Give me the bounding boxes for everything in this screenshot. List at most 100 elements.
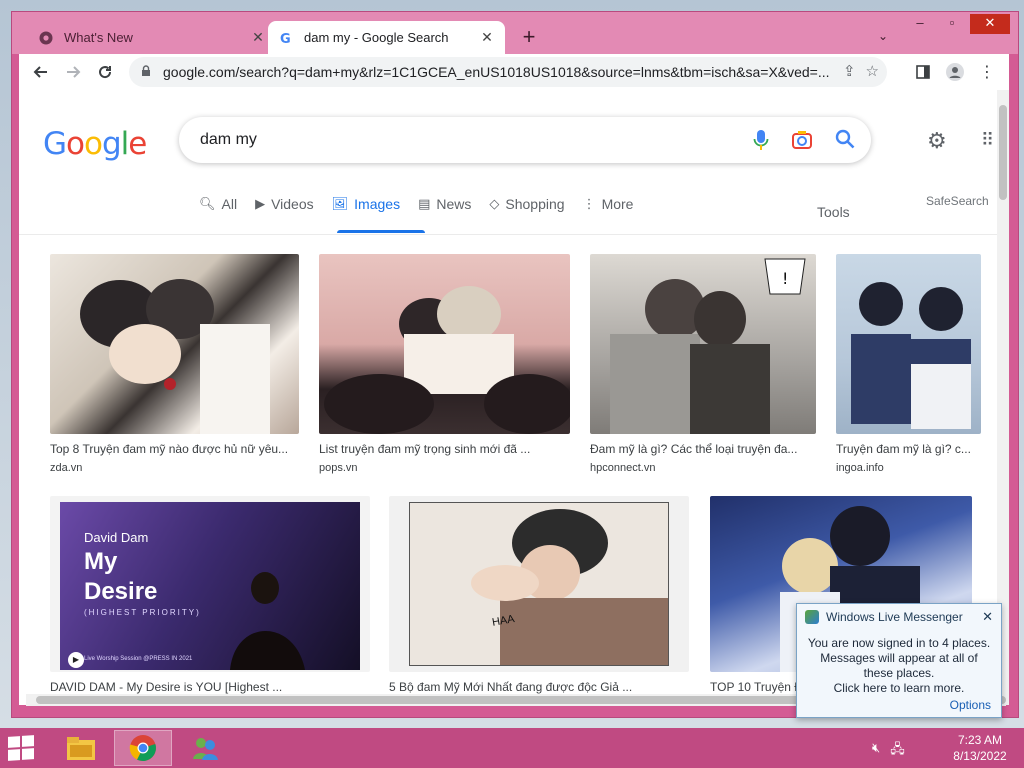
tab-more[interactable]: ⋮ More bbox=[583, 190, 634, 218]
result-caption[interactable]: Top 8 Truyện đam mỹ nào được hủ nữ yêu..… bbox=[50, 442, 299, 456]
image-result-2[interactable]: List truyện đam mỹ trọng sinh mới đã ...… bbox=[319, 254, 570, 474]
browser-toolbar: google.com/search?q=dam+my&rlz=1C1GCEA_e… bbox=[19, 54, 1009, 90]
close-window-button[interactable]: ✕ bbox=[970, 14, 1010, 34]
result-caption[interactable]: Đam mỹ là gì? Các thể loại truyện đa... bbox=[590, 442, 816, 456]
close-notification-icon[interactable]: ✕ bbox=[982, 609, 993, 625]
new-tab-button[interactable]: + bbox=[517, 26, 541, 48]
result-thumbnail[interactable] bbox=[836, 254, 981, 434]
tab-shopping[interactable]: ◇ Shopping bbox=[489, 190, 564, 218]
tools-button[interactable]: Tools bbox=[817, 204, 850, 220]
result-thumbnail[interactable]: HAA bbox=[389, 496, 689, 672]
shopping-tag-icon: ◇ bbox=[489, 196, 500, 211]
clock-date: 8/13/2022 bbox=[953, 749, 1007, 763]
lens-camera-icon[interactable] bbox=[791, 129, 813, 151]
forward-arrow-icon bbox=[67, 66, 81, 78]
tab-images[interactable]: 🖼︎ Images bbox=[332, 190, 400, 218]
play-icon[interactable]: ▶ bbox=[68, 652, 84, 668]
close-tab-icon[interactable]: ✕ bbox=[479, 29, 495, 46]
result-thumbnail[interactable] bbox=[319, 254, 570, 434]
scroll-thumb[interactable] bbox=[999, 105, 1007, 200]
google-apps-grid-icon[interactable]: ⠿ bbox=[981, 130, 994, 151]
result-caption[interactable]: 5 Bộ đam Mỹ Mới Nhất đang được độc Giả .… bbox=[389, 680, 689, 694]
learn-more-link[interactable]: Click here to learn more. bbox=[805, 681, 993, 696]
svg-text:!: ! bbox=[782, 269, 788, 288]
start-windows-icon[interactable] bbox=[8, 735, 34, 761]
tab-images-label: Images bbox=[354, 196, 401, 212]
minimize-button[interactable]: ‒ bbox=[905, 14, 935, 34]
taskbar-messenger[interactable] bbox=[176, 730, 234, 766]
manhwa-panel-illustration: ! bbox=[610, 258, 806, 434]
search-type-tabs: 🔍︎ All ▶ Videos 🖼︎ Images ▤ News ◇ Shopp… bbox=[199, 190, 651, 233]
bookmark-star-icon[interactable]: ☆ bbox=[866, 62, 879, 80]
taskbar-chrome[interactable] bbox=[114, 730, 172, 766]
image-result-6[interactable]: HAA 5 Bộ đam Mỹ Mới Nhất đang được độc G… bbox=[389, 496, 689, 694]
search-icon[interactable] bbox=[835, 129, 855, 149]
back-arrow-icon bbox=[33, 66, 47, 78]
url-text: google.com/search?q=dam+my&rlz=1C1GCEA_e… bbox=[163, 64, 830, 80]
taskbar: 🔇︎ 🖧︎ 7:23 AM 8/13/2022 bbox=[0, 728, 1024, 768]
tab-search-chevron-icon[interactable]: ⌄ bbox=[878, 29, 888, 43]
tab-shopping-label: Shopping bbox=[505, 196, 565, 212]
search-icon: 🔍︎ bbox=[199, 196, 216, 211]
result-caption[interactable]: Truyện đam mỹ là gì? c... bbox=[836, 442, 981, 456]
video-subtitle: (HIGHEST PRIORITY) bbox=[84, 608, 201, 617]
result-source[interactable]: zda.vn bbox=[50, 462, 299, 474]
image-result-5[interactable]: David Dam My Desire (HIGHEST PRIORITY) L… bbox=[50, 496, 370, 694]
side-panel-button[interactable] bbox=[907, 56, 939, 88]
notification-message: You are now signed in to 4 places. Messa… bbox=[807, 636, 991, 680]
chrome-icon bbox=[129, 735, 156, 762]
more-dots-icon: ⋮ bbox=[582, 196, 596, 211]
messenger-notification[interactable]: Windows Live Messenger ✕ You are now sig… bbox=[796, 603, 1002, 718]
profile-avatar-icon bbox=[946, 63, 964, 81]
network-icon[interactable]: 🖧︎ bbox=[890, 740, 905, 762]
search-input[interactable]: dam my bbox=[179, 117, 871, 163]
profile-button[interactable] bbox=[939, 56, 971, 88]
tab-title: dam my - Google Search bbox=[304, 30, 449, 45]
video-thumbnail[interactable]: David Dam My Desire (HIGHEST PRIORITY) L… bbox=[60, 502, 360, 670]
tab-google-search[interactable]: G dam my - Google Search ✕ bbox=[268, 21, 505, 54]
reload-button[interactable] bbox=[89, 56, 121, 88]
svg-text:G: G bbox=[280, 32, 291, 45]
google-logo[interactable]: Google bbox=[43, 126, 147, 162]
result-source[interactable]: hpconnect.vn bbox=[590, 462, 816, 474]
video-footer: Live Worship Session @PRESS IN 2021 bbox=[84, 656, 193, 662]
system-tray: 🔇︎ 🖧︎ bbox=[872, 740, 905, 762]
result-thumbnail[interactable]: ! bbox=[590, 254, 816, 434]
result-caption[interactable]: DAVID DAM - My Desire is YOU [Highest ..… bbox=[50, 680, 370, 694]
kebab-menu-icon: ⋮ bbox=[979, 64, 995, 81]
image-result-1[interactable]: Top 8 Truyện đam mỹ nào được hủ nữ yêu..… bbox=[50, 254, 299, 474]
volume-muted-icon[interactable]: 🔇︎ bbox=[872, 740, 880, 762]
search-query-text: dam my bbox=[200, 131, 257, 148]
singer-silhouette-illustration bbox=[230, 572, 305, 670]
folder-icon bbox=[67, 737, 95, 760]
active-tab-underline bbox=[337, 230, 425, 233]
taskbar-file-explorer[interactable] bbox=[52, 730, 110, 766]
tab-all[interactable]: 🔍︎ All bbox=[199, 190, 237, 218]
result-source[interactable]: pops.vn bbox=[319, 462, 570, 474]
reload-icon bbox=[99, 66, 112, 79]
image-result-4[interactable]: Truyện đam mỹ là gì? c... ingoa.info bbox=[836, 254, 981, 474]
chrome-menu-button[interactable]: ⋮ bbox=[971, 56, 1003, 88]
tab-videos[interactable]: ▶ Videos bbox=[255, 190, 314, 218]
back-button[interactable] bbox=[25, 56, 57, 88]
tab-whats-new[interactable]: What's New ✕ bbox=[28, 21, 276, 54]
result-thumbnail[interactable] bbox=[50, 254, 299, 434]
close-tab-icon[interactable]: ✕ bbox=[250, 29, 266, 46]
image-result-3[interactable]: ! Đam mỹ là gì? Các thể loại truyện đa..… bbox=[590, 254, 816, 474]
news-icon: ▤ bbox=[418, 196, 431, 211]
clock[interactable]: 7:23 AM 8/13/2022 bbox=[940, 732, 1020, 764]
safesearch-button[interactable]: SafeSearch bbox=[926, 194, 989, 208]
share-icon[interactable]: ⇪ bbox=[843, 62, 856, 80]
result-source[interactable]: ingoa.info bbox=[836, 462, 981, 474]
forward-button[interactable] bbox=[57, 56, 89, 88]
options-link[interactable]: Options bbox=[950, 698, 991, 712]
voice-search-mic-icon[interactable] bbox=[753, 129, 769, 151]
result-thumbnail[interactable]: David Dam My Desire (HIGHEST PRIORITY) L… bbox=[50, 496, 370, 672]
maximize-button[interactable]: ▫ bbox=[937, 14, 967, 34]
result-caption[interactable]: List truyện đam mỹ trọng sinh mới đã ... bbox=[319, 442, 570, 456]
messenger-buddies-icon bbox=[193, 738, 218, 760]
address-bar[interactable]: google.com/search?q=dam+my&rlz=1C1GCEA_e… bbox=[129, 57, 887, 87]
tab-news[interactable]: ▤ News bbox=[418, 190, 471, 218]
settings-gear-icon[interactable]: ⚙ bbox=[927, 128, 947, 154]
messenger-buddy-icon bbox=[805, 610, 819, 624]
